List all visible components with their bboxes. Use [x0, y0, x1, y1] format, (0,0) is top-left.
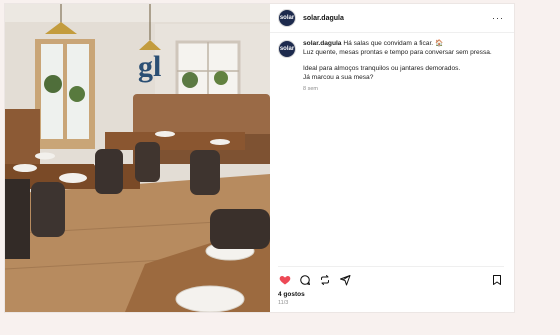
share-icon[interactable] [338, 273, 352, 287]
avatar[interactable]: solar [278, 9, 296, 27]
action-bar [278, 266, 504, 287]
caption-username[interactable]: solar.dagula [303, 40, 341, 47]
post-date[interactable]: 11/3 [278, 300, 288, 306]
heart-icon[interactable] [278, 273, 292, 287]
comment-icon[interactable] [298, 273, 312, 287]
avatar-text: solar [279, 46, 295, 52]
caption-line-4: Já marcou a sua mesa? [303, 73, 374, 81]
avatar-text: solar [279, 15, 295, 21]
username[interactable]: solar.dagula [303, 15, 344, 22]
post-card: gl solar solar.dagula ··· solar solar.da… [5, 4, 514, 312]
caption-line-3: Ideal para almoços tranquilos ou jantare… [303, 65, 461, 73]
post-header: solar solar.dagula ··· [270, 4, 514, 33]
post-photo[interactable]: gl [5, 4, 270, 312]
caption-line-1: Há salas que convidam a ficar. 🏠 [343, 40, 444, 47]
more-icon[interactable]: ··· [492, 13, 504, 23]
caption-line-2: Luz quente, mesas prontas e tempo para c… [303, 48, 492, 56]
restaurant-photo: gl [5, 4, 270, 312]
svg-text:gl: gl [138, 50, 161, 83]
post-sidebar: solar solar.dagula ··· solar solar.dagul… [270, 4, 514, 312]
repost-icon[interactable] [318, 273, 332, 287]
bookmark-icon[interactable] [490, 273, 504, 287]
time-ago[interactable]: 8 sem [303, 85, 492, 94]
avatar[interactable]: solar [278, 40, 296, 58]
likes-count[interactable]: 4 gostos [278, 291, 305, 298]
